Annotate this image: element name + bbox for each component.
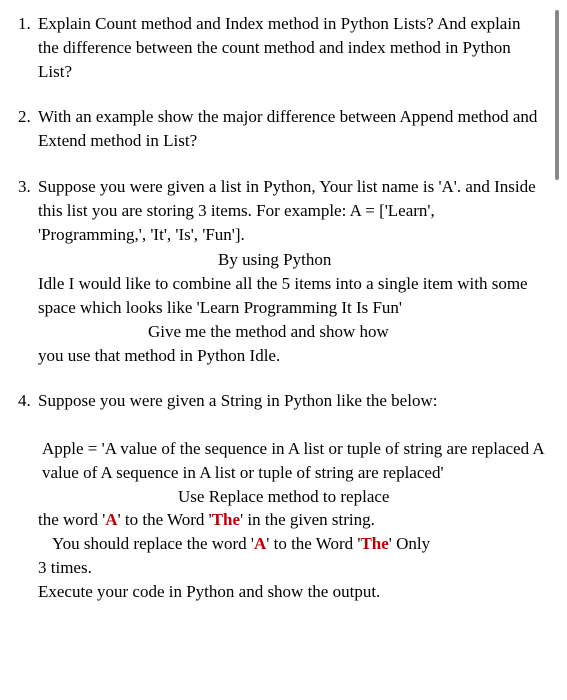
question-3-p2-cont: Idle I would like to combine all the 5 i… — [38, 274, 528, 317]
question-3-p2-right: By using Python — [38, 248, 545, 272]
question-4-p3-cont: the word 'A' to the Word 'The' in the gi… — [38, 510, 375, 529]
question-3-p1: Suppose you were given a list in Python,… — [38, 177, 536, 244]
question-item-4: Suppose you were given a String in Pytho… — [18, 389, 545, 603]
question-1-text: Explain Count method and Index method in… — [38, 14, 521, 81]
question-4-p4-cont: 3 times. — [38, 558, 92, 577]
highlight-A-2: A — [254, 534, 266, 553]
question-4-p2: Apple = 'A value of the sequence in A li… — [38, 437, 545, 485]
scrollbar[interactable] — [555, 10, 559, 180]
highlight-A-1: A — [105, 510, 117, 529]
highlight-The-2: The — [360, 534, 388, 553]
question-2-text: With an example show the major differenc… — [38, 107, 537, 150]
question-4-p5: Execute your code in Python and show the… — [38, 580, 545, 604]
question-4-p1: Suppose you were given a String in Pytho… — [38, 391, 437, 410]
question-item-2: With an example show the major differenc… — [18, 105, 545, 153]
question-item-1: Explain Count method and Index method in… — [18, 12, 545, 83]
question-3-p3-cont: you use that method in Python Idle. — [38, 346, 280, 365]
question-list: Explain Count method and Index method in… — [18, 12, 545, 604]
question-4-p3-center: Use Replace method to replace — [38, 485, 545, 509]
highlight-The-1: The — [212, 510, 240, 529]
question-4-p4: You should replace the word 'A' to the W… — [38, 532, 545, 556]
question-item-3: Suppose you were given a list in Python,… — [18, 175, 545, 367]
question-3-p3-center: Give me the method and show how — [38, 320, 545, 344]
